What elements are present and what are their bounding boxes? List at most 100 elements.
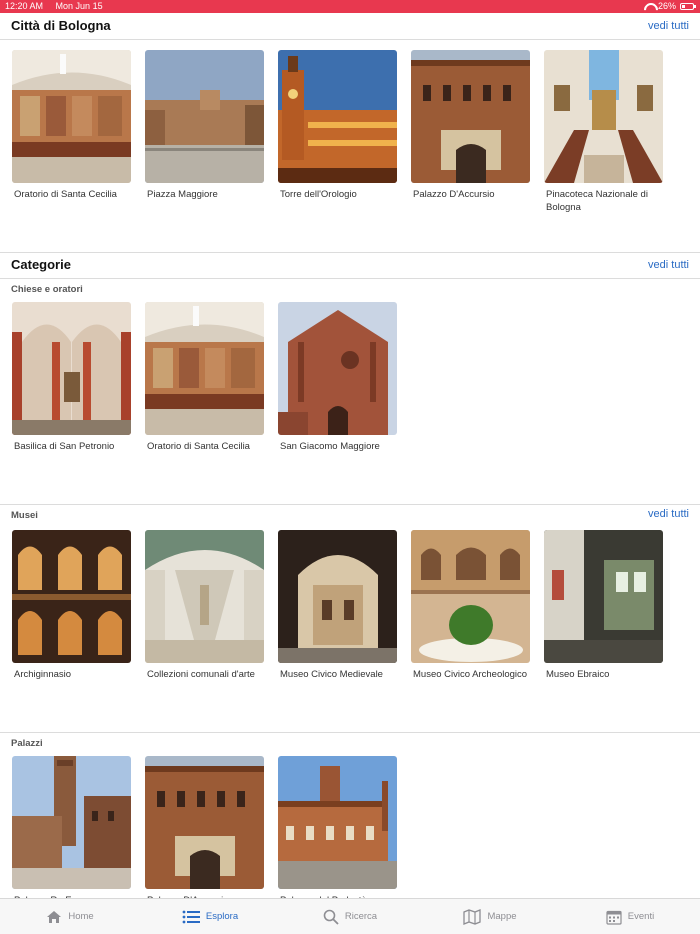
tab-label: Eventi <box>627 911 655 922</box>
home-icon <box>46 910 62 924</box>
place-photo-image <box>411 530 530 663</box>
place-card[interactable]: Museo Civico Medievale <box>278 530 397 681</box>
place-photo-image <box>544 530 663 663</box>
place-photo-image <box>12 530 131 663</box>
group-title-musei: Musei <box>11 510 38 521</box>
list-icon <box>182 910 200 924</box>
place-label: Museo Civico Archeologico <box>413 669 528 680</box>
place-card[interactable]: Oratorio di Santa Cecilia <box>12 50 131 214</box>
place-photo-image <box>12 302 131 435</box>
musei-carousel[interactable]: Archiginnasio Collezioni comunali d'arte M… <box>12 530 663 681</box>
place-photo-image <box>278 302 397 435</box>
search-icon <box>323 909 339 925</box>
place-label: Museo Civico Medievale <box>280 669 383 680</box>
place-card[interactable]: Palazzo del Podestà <box>278 756 397 907</box>
place-card[interactable]: Archiginnasio <box>12 530 131 681</box>
tab-eventi[interactable]: Eventi <box>560 899 700 934</box>
place-label: Archiginnasio <box>14 669 72 680</box>
place-photo <box>12 756 131 889</box>
place-photo-image <box>544 50 663 183</box>
place-photo <box>145 50 264 183</box>
place-card[interactable]: Piazza Maggiore <box>145 50 264 214</box>
tab-label: Esplora <box>205 911 239 922</box>
place-label: Basilica di San Petronio <box>14 441 115 452</box>
group-title-palazzi: Palazzi <box>11 738 43 749</box>
place-label: Oratorio di Santa Cecilia <box>14 189 117 200</box>
battery-percent: 26% <box>657 1 676 11</box>
place-label: Torre dell'Orologio <box>280 189 357 200</box>
musei-see-all-link[interactable]: vedi tutti <box>648 508 689 520</box>
divider <box>0 252 700 253</box>
tab-ricerca[interactable]: Ricerca <box>280 899 420 934</box>
place-photo <box>411 50 530 183</box>
place-photo <box>278 756 397 889</box>
categories-section-title: Categorie <box>11 257 71 272</box>
place-card[interactable]: Basilica di San Petronio <box>12 302 131 453</box>
place-photo <box>12 530 131 663</box>
place-photo-image <box>12 756 131 889</box>
place-card[interactable]: Museo Civico Archeologico <box>411 530 530 681</box>
place-card[interactable]: Pinacoteca Nazionale di Bologna <box>544 50 663 214</box>
place-label: Museo Ebraico <box>546 669 610 680</box>
place-photo <box>278 50 397 183</box>
place-photo-image <box>145 302 264 435</box>
place-card[interactable]: Torre dell'Orologio <box>278 50 397 214</box>
place-card[interactable]: Palazzo D'Accursio <box>145 756 264 907</box>
place-label: Collezioni comunali d'arte <box>147 669 255 680</box>
categories-see-all-link[interactable]: vedi tutti <box>648 259 689 271</box>
group-title-chiese: Chiese e oratori <box>11 284 83 295</box>
place-card[interactable]: Palazzo Re Enzo <box>12 756 131 907</box>
place-label: San Giacomo Maggiore <box>280 441 380 452</box>
place-card[interactable]: Museo Ebraico <box>544 530 663 681</box>
tab-label: Ricerca <box>344 911 378 922</box>
status-bar: 12:20 AM Mon Jun 15 26% <box>0 0 700 13</box>
place-label: Oratorio di Santa Cecilia <box>147 441 250 452</box>
place-label: Pinacoteca Nazionale di Bologna <box>546 189 648 213</box>
chiese-carousel[interactable]: Basilica di San Petronio Oratorio di Sant… <box>12 302 397 453</box>
city-carousel[interactable]: Oratorio di Santa Cecilia Piazza Maggiore… <box>12 50 663 214</box>
city-see-all-link[interactable]: vedi tutti <box>648 20 689 32</box>
status-time: 12:20 AM <box>5 1 44 11</box>
place-photo-image <box>411 50 530 183</box>
divider <box>0 732 700 733</box>
place-photo <box>12 50 131 183</box>
place-photo-image <box>145 756 264 889</box>
place-photo <box>145 756 264 889</box>
status-date: Mon Jun 15 <box>55 1 103 11</box>
place-photo-image <box>278 756 397 889</box>
wifi-icon <box>644 3 654 11</box>
map-icon <box>463 908 482 925</box>
place-photo-image <box>12 50 131 183</box>
place-photo-image <box>145 50 264 183</box>
divider <box>0 504 700 505</box>
tab-bar: Home Esplora Ricerca Mappe Eventi <box>0 898 700 934</box>
place-card[interactable]: Oratorio di Santa Cecilia <box>145 302 264 453</box>
place-label: Palazzo D'Accursio <box>413 189 495 200</box>
battery-icon <box>680 3 696 10</box>
divider <box>0 278 700 279</box>
tab-esplora[interactable]: Esplora <box>140 899 280 934</box>
tab-mappe[interactable]: Mappe <box>420 899 560 934</box>
place-card[interactable]: Palazzo D'Accursio <box>411 50 530 214</box>
place-photo <box>145 302 264 435</box>
tab-home[interactable]: Home <box>0 899 140 934</box>
place-photo <box>12 302 131 435</box>
place-photo <box>411 530 530 663</box>
place-photo-image <box>145 530 264 663</box>
place-card[interactable]: Collezioni comunali d'arte <box>145 530 264 681</box>
place-photo-image <box>278 50 397 183</box>
place-photo <box>278 530 397 663</box>
place-photo <box>278 302 397 435</box>
place-photo-image <box>278 530 397 663</box>
place-photo <box>544 50 663 183</box>
city-section-title: Città di Bologna <box>11 18 111 33</box>
place-photo <box>544 530 663 663</box>
divider <box>0 39 700 40</box>
tab-label: Home <box>68 911 94 922</box>
tab-label: Mappe <box>487 911 517 922</box>
place-photo <box>145 530 264 663</box>
place-label: Piazza Maggiore <box>147 189 218 200</box>
calendar-icon <box>606 909 622 925</box>
palazzi-carousel[interactable]: Palazzo Re EnzoPalazzo D'AccursioPalazzo… <box>12 756 397 907</box>
place-card[interactable]: San Giacomo Maggiore <box>278 302 397 453</box>
